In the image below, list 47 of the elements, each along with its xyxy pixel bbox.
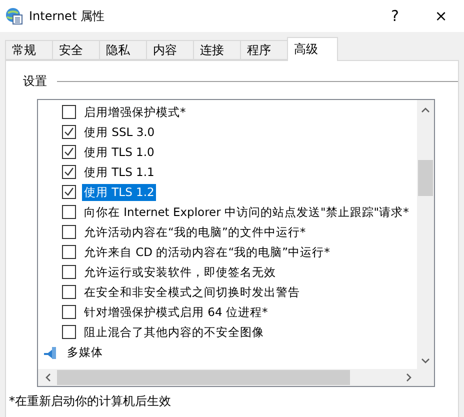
checkbox[interactable] [62, 105, 76, 119]
setting-label[interactable]: 向你在 Internet Explorer 中访问的站点发送"禁止跟踪"请求* [82, 204, 411, 220]
checkbox[interactable] [62, 145, 76, 159]
setting-label[interactable]: 启用增强保护模式* [82, 104, 188, 120]
tab[interactable]: 常规 [5, 40, 53, 60]
setting-label[interactable]: 使用 SSL 3.0 [82, 124, 157, 140]
scrollbar-thumb[interactable] [418, 160, 433, 196]
checkbox[interactable] [62, 325, 76, 339]
setting-label[interactable]: 使用 TLS 1.0 [82, 144, 156, 160]
setting-label[interactable]: 阻止混合了其他内容的不安全图像 [82, 324, 266, 340]
setting-label[interactable]: 使用 TLS 1.2 [82, 184, 156, 200]
category-label[interactable]: 多媒体 [65, 344, 105, 360]
window-title: Internet 属性 [29, 8, 106, 24]
checkbox[interactable] [62, 165, 76, 179]
setting-label[interactable]: 使用 TLS 1.1 [82, 164, 156, 180]
checkbox[interactable] [62, 305, 76, 319]
checkbox[interactable] [62, 245, 76, 259]
checkbox[interactable] [62, 205, 76, 219]
scroll-left-icon[interactable] [44, 373, 53, 382]
checkbox[interactable] [62, 185, 76, 199]
checkbox[interactable] [62, 285, 76, 299]
setting-label[interactable]: 允许运行或安装软件，即使签名无效 [82, 264, 278, 280]
group-label: 设置 [23, 73, 47, 90]
horizontal-scrollbar[interactable] [38, 369, 417, 386]
tab[interactable]: 隐私 [99, 40, 147, 60]
checkbox[interactable] [62, 125, 76, 139]
tab[interactable]: 程序 [240, 40, 288, 60]
setting-label[interactable]: 在安全和非安全模式之间切换时发出警告 [82, 284, 302, 300]
tab[interactable]: 安全 [52, 40, 100, 60]
tab[interactable]: 高级 [287, 37, 338, 61]
tab[interactable]: 内容 [146, 40, 194, 60]
scroll-up-icon[interactable] [421, 106, 430, 115]
setting-label[interactable]: 针对增强保护模式启用 64 位进程* [82, 304, 270, 320]
footnote: *在重新启动你的计算机后生效 [9, 393, 172, 410]
globe-document-icon [5, 7, 23, 25]
scroll-right-icon[interactable] [404, 373, 413, 382]
setting-label[interactable]: 允许活动内容在“我的电脑”的文件中运行* [82, 224, 308, 240]
tab[interactable]: 连接 [193, 40, 241, 60]
media-icon [43, 344, 57, 360]
vertical-scrollbar[interactable] [417, 100, 434, 369]
setting-label[interactable]: 允许来自 CD 的活动内容在“我的电脑”中运行* [82, 244, 332, 260]
checkbox[interactable] [62, 265, 76, 279]
checkbox[interactable] [62, 225, 76, 239]
scroll-down-icon[interactable] [421, 356, 430, 365]
help-button[interactable]: ? [372, 0, 418, 32]
close-button[interactable]: × [418, 0, 464, 32]
scrollbar-thumb[interactable] [57, 370, 350, 385]
